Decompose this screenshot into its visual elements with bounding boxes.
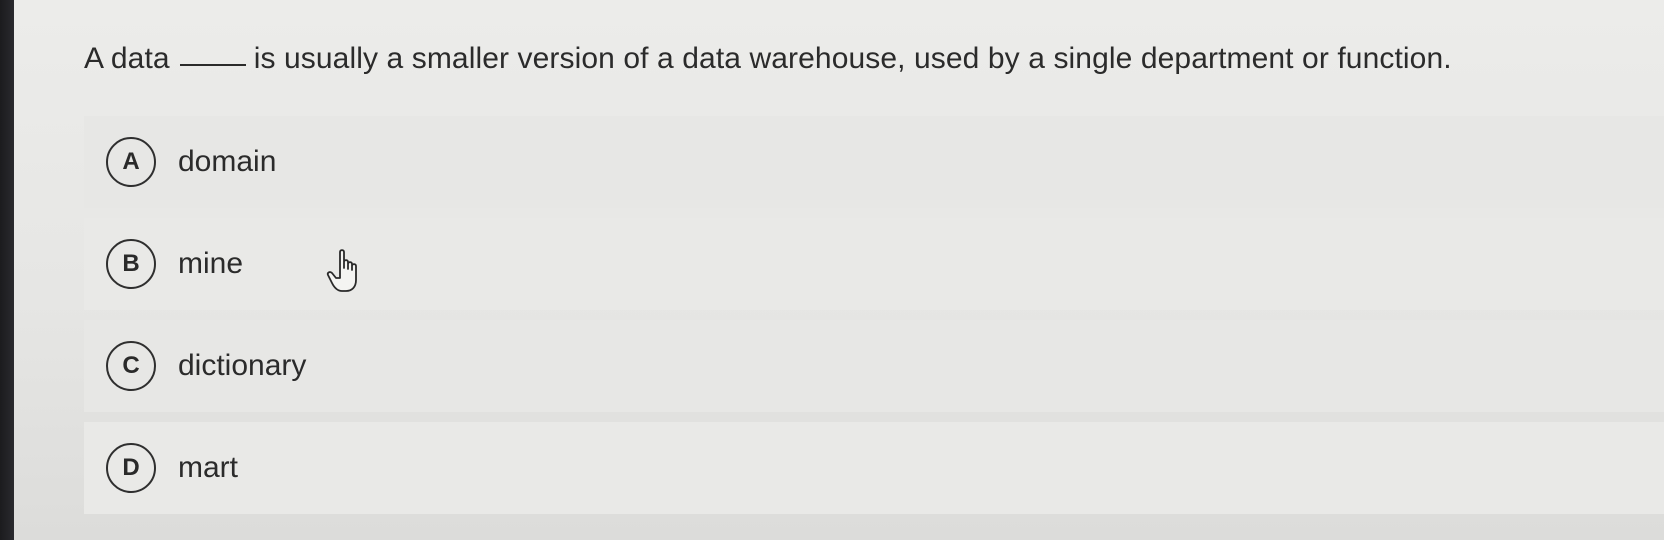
quiz-screen: A data is usually a smaller version of a … xyxy=(0,0,1664,540)
option-label: dictionary xyxy=(178,349,307,382)
answer-blank xyxy=(179,64,246,66)
question-text: A data is usually a smaller version of a … xyxy=(84,42,1452,76)
option-a[interactable]: A domain xyxy=(84,116,1664,208)
hand-pointer-icon xyxy=(326,249,357,292)
option-label: mart xyxy=(178,451,238,484)
option-letter-badge: A xyxy=(106,137,156,187)
answer-options: A domain B mine C dictionary D mart xyxy=(84,116,1664,524)
option-letter-badge: B xyxy=(106,239,156,289)
question-prefix: A data xyxy=(84,42,170,75)
option-letter-badge: D xyxy=(106,443,156,493)
option-label: domain xyxy=(178,145,277,178)
option-label: mine xyxy=(178,247,244,280)
monitor-bezel xyxy=(0,0,14,540)
question-suffix: is usually a smaller version of a data w… xyxy=(253,42,1452,75)
option-c[interactable]: C dictionary xyxy=(84,320,1664,412)
option-d[interactable]: D mart xyxy=(84,422,1664,514)
option-letter-badge: C xyxy=(106,341,156,391)
option-b[interactable]: B mine xyxy=(84,218,1664,310)
